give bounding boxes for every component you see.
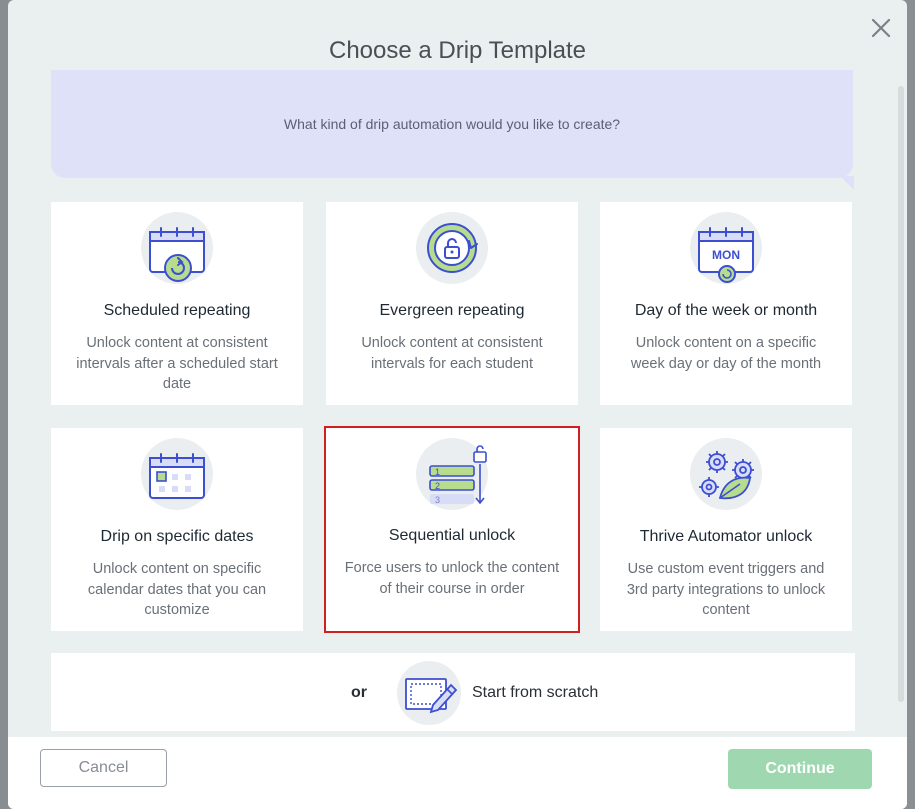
calendar-dates-icon xyxy=(141,438,213,510)
scrollbar-track[interactable] xyxy=(898,86,904,702)
template-card-scheduled-repeating[interactable]: Scheduled repeating Unlock content at co… xyxy=(51,202,303,405)
sequential-number-2: 2 xyxy=(435,481,440,491)
gears-leaf-icon xyxy=(690,438,762,510)
page-backdrop xyxy=(0,0,8,809)
card-title: Thrive Automator unlock xyxy=(639,528,813,545)
card-description: Unlock content at consistent intervals a… xyxy=(76,335,278,392)
prompt-text: What kind of drip automation would you l… xyxy=(283,116,621,132)
template-card-thrive-automator-unlock[interactable]: Thrive Automator unlock Use custom event… xyxy=(600,428,852,631)
template-card-drip-specific-dates[interactable]: Drip on specific dates Unlock content on… xyxy=(51,428,303,631)
drip-template-modal: Choose a Drip Template What kind of drip… xyxy=(8,0,907,809)
card-title: Day of the week or month xyxy=(634,302,818,319)
card-title: Scheduled repeating xyxy=(103,302,251,319)
edit-pencil-icon xyxy=(397,661,461,725)
cancel-button[interactable]: Cancel xyxy=(40,749,167,787)
prompt-bubble: What kind of drip automation would you l… xyxy=(51,70,853,178)
card-title: Drip on specific dates xyxy=(100,528,254,545)
template-card-day-of-week-or-month[interactable]: MON Day of the week or month Unlock cont… xyxy=(600,202,852,405)
card-title: Evergreen repeating xyxy=(379,302,525,319)
sequential-number-3: 3 xyxy=(435,495,440,505)
card-description: Unlock content on specific calendar date… xyxy=(87,561,267,618)
card-title: Sequential unlock xyxy=(388,527,516,544)
template-card-evergreen-repeating[interactable]: Evergreen repeating Unlock content at co… xyxy=(326,202,578,405)
card-description: Unlock content on a specific week day or… xyxy=(630,335,822,372)
start-from-scratch-label: Start from scratch xyxy=(472,684,599,701)
modal-title: Choose a Drip Template xyxy=(328,37,587,64)
card-description: Unlock content at consistent intervals f… xyxy=(361,335,543,372)
evergreen-unlock-cycle-icon xyxy=(416,212,488,284)
calendar-mon-icon: MON xyxy=(690,212,762,284)
card-description: Use custom event triggers and 3rd party … xyxy=(626,561,826,618)
template-card-sequential-unlock[interactable]: 1 2 3 Sequential unlock Force users to u… xyxy=(324,426,580,633)
sequential-number-1: 1 xyxy=(435,467,440,477)
calendar-repeat-icon xyxy=(141,212,213,284)
card-description: Force users to unlock the content of the… xyxy=(344,560,560,597)
calendar-mon-text: MON xyxy=(712,248,740,262)
or-label: or xyxy=(351,684,367,701)
sequential-list-icon: 1 2 3 xyxy=(416,438,488,510)
modal-footer: Cancel Continue xyxy=(8,737,907,809)
continue-button[interactable]: Continue xyxy=(728,749,872,789)
start-from-scratch-option[interactable]: or Start from scratch xyxy=(51,653,855,731)
prompt-bubble-tail xyxy=(840,176,854,190)
